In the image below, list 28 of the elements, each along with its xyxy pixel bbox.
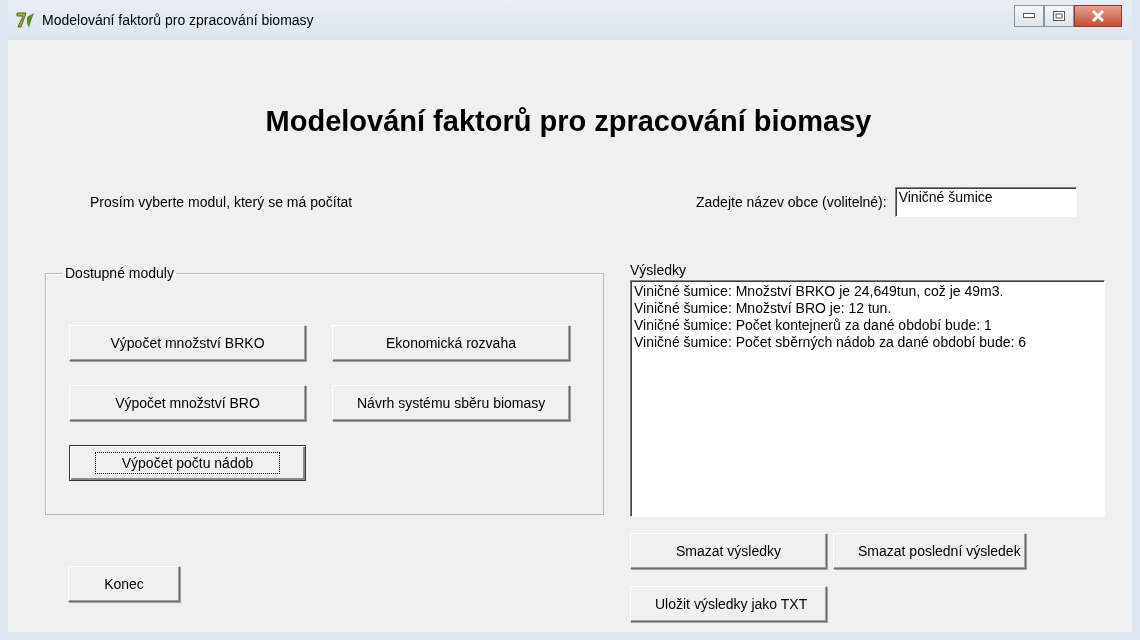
exit-button[interactable]: Konec (68, 566, 180, 602)
result-line: Viničné šumice: Počet kontejnerů za dané období bude: 1 (634, 317, 993, 334)
prompt-text: Prosím vyberte modul, který se má počítat (90, 194, 354, 210)
town-label: Zadejte název obce (volitelné): (696, 194, 887, 210)
results-list[interactable] (630, 280, 1105, 517)
heading: Modelování faktorů pro zpracování biomasy (265, 104, 872, 139)
maximize-icon (1053, 11, 1065, 21)
maximize-button[interactable] (1044, 5, 1074, 27)
result-line: Viničné šumice: Množství BRKO je 24,649tun, což je 49m3. (634, 283, 1005, 300)
minimize-button[interactable] (1014, 5, 1044, 27)
minimize-icon (1023, 13, 1035, 19)
module-button[interactable]: Výpočet množství BRKO (69, 325, 306, 361)
module-button[interactable]: Ekonomická rozvaha (332, 325, 570, 361)
module-button[interactable]: Výpočet množství BRO (69, 385, 306, 421)
results-label: Výsledky (630, 262, 687, 278)
module-button[interactable]: Návrh systému sběru biomasy (332, 385, 570, 421)
window-title: Modelování faktorů pro zpracování biomasy (42, 12, 314, 28)
action-button[interactable]: Uložit výsledky jako TXT (630, 586, 827, 622)
group-title: Dostupné moduly (64, 265, 175, 281)
action-button[interactable]: Smazat poslední výsledek (833, 533, 1026, 569)
action-button[interactable]: Smazat výsledky (630, 533, 827, 569)
town-field[interactable]: Viničné šumice (894, 187, 1077, 217)
close-button[interactable] (1074, 5, 1122, 27)
result-line: Viničné šumice: Množství BRO je: 12 tun. (634, 300, 893, 317)
result-line: Viničné šumice: Počet sběrných nádob za dané období bude: 6 (634, 334, 1027, 351)
module-button[interactable]: Výpočet počtu nádob (69, 445, 306, 481)
app-icon (16, 11, 36, 29)
close-icon (1091, 10, 1105, 22)
